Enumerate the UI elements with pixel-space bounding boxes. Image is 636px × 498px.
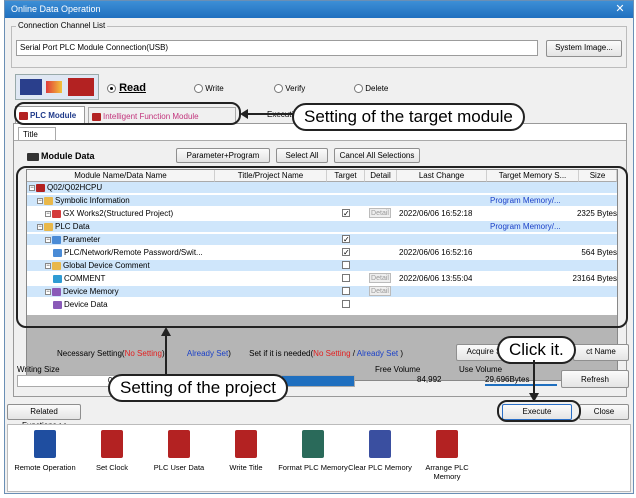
callout-arrow-3 (529, 360, 539, 402)
delete-label: Delete (365, 84, 389, 93)
tool-label: Arrange PLC Memory (425, 463, 469, 481)
callout-target-module: Setting of the target module (292, 103, 525, 131)
paren-3: ) (400, 349, 404, 358)
project-highlight (16, 166, 628, 328)
plc-icon (68, 78, 94, 96)
necessary-already-set: Already Set (186, 349, 229, 358)
remote-operation-icon (34, 430, 56, 458)
target-module-highlight (14, 102, 241, 125)
refresh-button[interactable]: Refresh (561, 370, 629, 388)
close-icon[interactable]: ✕ (613, 3, 627, 15)
tab-title[interactable]: Title (18, 127, 56, 140)
connection-group-label: Connection Channel List (16, 21, 108, 30)
close-button[interactable]: Close (579, 404, 629, 420)
writing-size-label: Writing Size (17, 365, 60, 374)
tool-item[interactable]: Arrange PLC Memory (411, 426, 483, 481)
connection-field[interactable]: Serial Port PLC Module Connection(USB) (16, 40, 538, 56)
op-verify[interactable]: Verify (274, 84, 306, 94)
callout-arrow-1 (240, 109, 292, 119)
needed-no-setting: No Setting (313, 349, 351, 358)
tool-label: Write Title (229, 463, 263, 472)
op-write[interactable]: Write (194, 84, 224, 94)
tool-item[interactable]: Format PLC Memory (277, 426, 349, 472)
callout-project: Setting of the project (108, 374, 288, 402)
clear-memory-icon (369, 430, 391, 458)
related-functions-button[interactable]: Related Functions<< (7, 404, 81, 430)
parameter-program-button[interactable]: Parameter+Program (176, 148, 270, 163)
connection-channel-group: Connection Channel List Serial Port PLC … (11, 21, 627, 68)
tool-item[interactable]: Clear PLC Memory (344, 426, 416, 472)
system-image-button[interactable]: System Image... (546, 40, 622, 57)
delete-radio[interactable] (354, 84, 363, 94)
paren-2: ) (228, 349, 231, 358)
needed-label: Set if it is needed( (249, 349, 314, 358)
slash: / (352, 349, 355, 358)
title-bar: Online Data Operation ✕ (5, 1, 633, 18)
module-data-label: Module Data (41, 151, 95, 161)
write-label: Write (205, 84, 224, 93)
needed-already-set: Already Set (356, 349, 399, 358)
window-title: Online Data Operation (11, 4, 101, 14)
settings-legend: Necessary Setting(No Setting) Already Se… (57, 349, 403, 358)
tool-item[interactable]: Set Clock (76, 426, 148, 472)
read-radio[interactable] (107, 83, 116, 93)
op-delete[interactable]: Delete (354, 84, 389, 94)
arrange-memory-icon (436, 430, 458, 458)
operation-icons (15, 74, 99, 100)
tool-label: Clear PLC Memory (348, 463, 412, 472)
tool-label: Remote Operation (14, 463, 76, 472)
arrow-icon (46, 81, 62, 93)
read-label: Read (119, 82, 146, 94)
verify-label: Verify (285, 84, 306, 93)
tool-item[interactable]: Remote Operation (9, 426, 81, 472)
free-volume-label: Free Volume (375, 365, 421, 374)
write-radio[interactable] (194, 84, 203, 94)
verify-radio[interactable] (274, 84, 283, 94)
tool-label: PLC User Data (153, 463, 205, 472)
cancel-all-button[interactable]: Cancel All Selections (334, 148, 420, 163)
op-read[interactable]: Read (107, 82, 146, 94)
tool-item[interactable]: Write Title (210, 426, 282, 472)
necessary-no-setting: No Setting (124, 349, 162, 358)
plc-user-data-icon (168, 430, 190, 458)
necessary-label: Necessary Setting( (57, 349, 125, 358)
use-volume-value: 29,696Bytes (485, 375, 557, 386)
tool-label: Set Clock (95, 463, 129, 472)
free-volume-value: 84,992 (417, 375, 442, 384)
write-title-icon (235, 430, 257, 458)
writing-size-fill (282, 376, 354, 386)
use-volume-label: Use Volume (459, 365, 503, 374)
tool-label: Format PLC Memory (278, 463, 348, 472)
pc-icon (20, 79, 42, 95)
execute-highlight (497, 400, 581, 422)
select-all-button[interactable]: Select All (276, 148, 328, 163)
set-clock-icon (101, 430, 123, 458)
format-memory-icon (302, 430, 324, 458)
select-name-button[interactable]: ct Name (573, 344, 629, 361)
module-data-icon (27, 152, 39, 161)
tool-item[interactable]: PLC User Data (143, 426, 215, 472)
callout-arrow-2 (161, 327, 171, 375)
module-data-heading: Module Data (27, 151, 95, 161)
